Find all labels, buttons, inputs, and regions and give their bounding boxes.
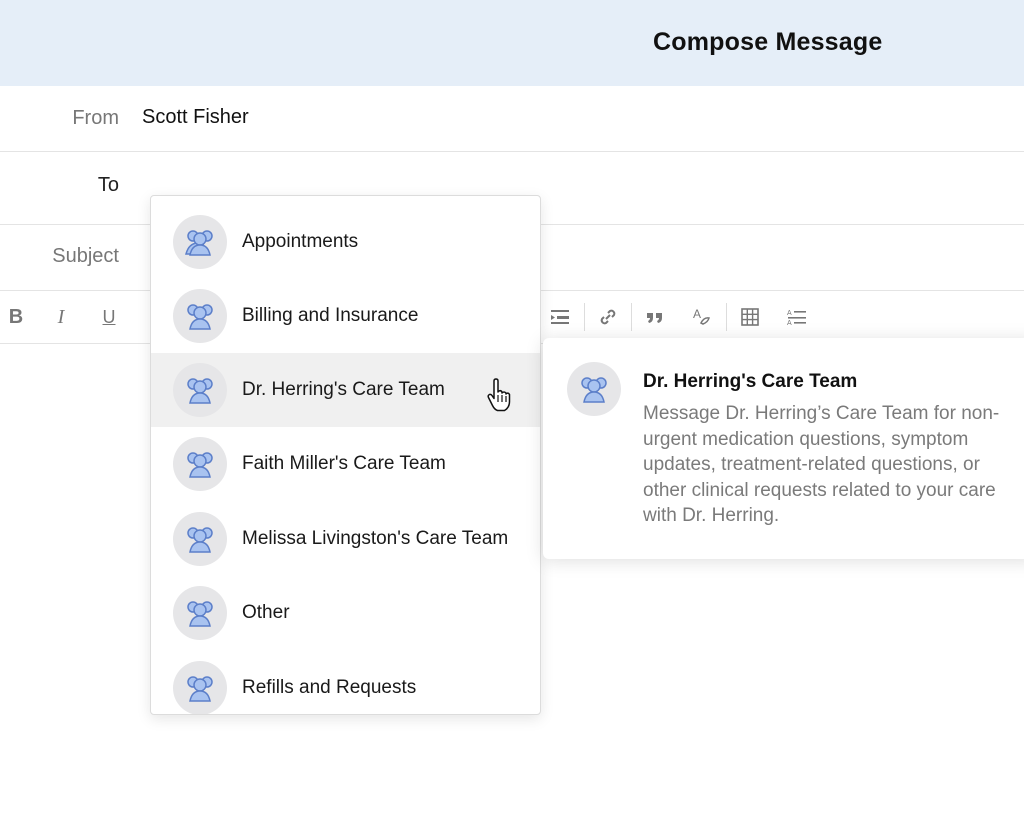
recipient-option-label: Melissa Livingston's Care Team [242,528,509,549]
pointer-cursor-icon [487,378,511,412]
svg-text:A: A [787,320,792,327]
group-icon [567,362,621,416]
spell-check-button[interactable]: A [690,303,716,331]
recipient-option-billing[interactable]: Billing and Insurance [151,279,540,353]
from-row: From Scott Fisher [0,86,1024,152]
link-icon [600,309,616,325]
quote-button[interactable] [643,303,667,331]
svg-text:A: A [787,310,792,317]
table-button[interactable] [738,303,762,331]
ordered-list-icon: AA [787,310,806,327]
indent-button[interactable] [548,303,572,331]
indent-icon [551,310,569,324]
from-value: Scott Fisher [142,106,249,128]
compose-header: Compose Message [0,0,1024,86]
group-icon [173,437,227,491]
group-icon [173,363,227,417]
recipient-dropdown: Appointments Billing and Insurance Dr. H… [150,195,541,715]
recipient-option-faith-miller[interactable]: Faith Miller's Care Team [151,427,540,501]
recipient-option-appointments[interactable]: Appointments [151,205,540,279]
recipient-info-card: Dr. Herring's Care Team Message Dr. Herr… [543,338,1024,559]
group-icon [173,661,227,714]
italic-button[interactable]: I [50,303,72,331]
link-button[interactable] [596,303,620,331]
recipient-option-label: Other [242,602,290,623]
group-icon [173,512,227,566]
list-button[interactable]: AA [785,303,809,331]
bold-button[interactable]: B [5,303,27,331]
recipient-option-label: Billing and Insurance [242,305,419,326]
svg-text:A: A [693,307,701,321]
recipient-option-melissa-livingston[interactable]: Melissa Livingston's Care Team [151,502,540,576]
from-label: From [72,107,119,129]
group-icon [173,215,227,269]
table-icon [741,308,759,326]
group-icon [173,289,227,343]
recipient-option-other[interactable]: Other [151,576,540,650]
recipient-option-label: Faith Miller's Care Team [242,453,446,474]
info-card-title: Dr. Herring's Care Team [643,371,858,392]
info-card-description: Message Dr. Herring’s Care Team for non-… [643,403,1000,526]
to-label: To [97,174,119,196]
page-title: Compose Message [653,28,883,56]
spell-check-icon: A [693,307,710,325]
recipient-option-label: Dr. Herring's Care Team [242,379,445,400]
quote-icon [647,313,662,323]
recipient-option-label: Refills and Requests [242,677,417,698]
recipient-option-dr-herring[interactable]: Dr. Herring's Care Team [151,353,540,427]
subject-label: Subject [52,245,119,267]
underline-button[interactable]: U [98,303,120,331]
recipient-option-refills[interactable]: Refills and Requests [151,651,540,714]
recipient-option-label: Appointments [242,231,359,252]
group-icon [173,586,227,640]
